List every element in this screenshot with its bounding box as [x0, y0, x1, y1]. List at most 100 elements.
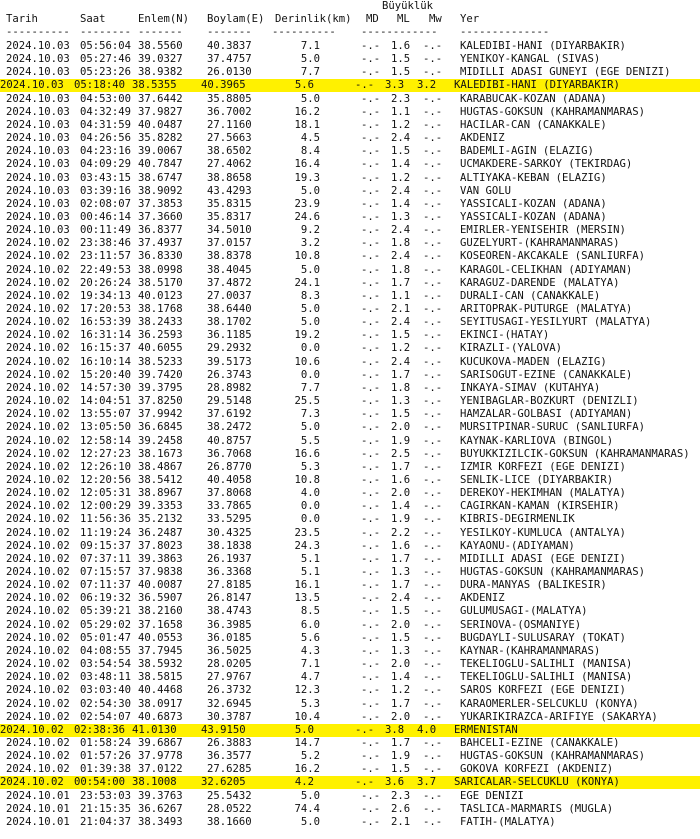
event-ml-magnitude: 1.5 — [391, 605, 411, 618]
event-depth: 9.2 — [300, 224, 320, 237]
event-longitude: 25.5432 — [207, 789, 252, 802]
event-depth: 0.0 — [300, 342, 320, 355]
event-row: 2024.10.03 03:43:15 38.6747 38.8658 19.3 -.- 1… — [6, 172, 700, 185]
separator-latitude: ------- — [138, 26, 183, 38]
event-md-magnitude: -.- — [361, 66, 381, 79]
event-date: 2024.10.02 — [6, 316, 70, 329]
event-row: 2024.10.02 13:55:07 37.9942 37.6192 7.3 -.- 1.… — [6, 408, 700, 421]
event-md-magnitude: -.- — [361, 132, 381, 145]
event-longitude: 34.5010 — [207, 224, 252, 237]
event-time: 23:38:46 — [80, 237, 132, 250]
event-ml-magnitude: 1.4 — [391, 500, 411, 513]
event-md-magnitude: -.- — [361, 381, 381, 394]
event-mw-magnitude: -.- — [423, 750, 443, 763]
event-date: 2024.10.03 — [6, 171, 70, 184]
separator-magnitude: ------------ — [361, 26, 438, 38]
event-mw-magnitude: -.- — [423, 579, 443, 592]
event-md-magnitude: -.- — [361, 145, 381, 158]
event-depth: 16.1 — [294, 579, 320, 592]
event-ml-magnitude: 1.3 — [391, 566, 411, 578]
event-location: IZMIR KORFEZI (EGE DENIZI) — [460, 460, 626, 473]
event-date: 2024.10.03 — [6, 184, 70, 197]
event-md-magnitude: -.- — [361, 631, 381, 644]
event-longitude: 38.6440 — [207, 303, 252, 315]
event-latitude: 38.4867 — [138, 460, 183, 473]
event-md-magnitude: -.- — [355, 723, 375, 736]
event-latitude: 38.9092 — [138, 184, 183, 197]
event-longitude: 38.1660 — [207, 815, 252, 828]
event-time: 04:08:55 — [80, 644, 132, 657]
event-mw-magnitude: -.- — [423, 631, 443, 644]
event-time: 16:15:37 — [80, 342, 132, 355]
event-date: 2024.10.02 — [6, 750, 70, 763]
separator-date: ---------- — [6, 26, 70, 38]
event-time: 16:53:39 — [80, 316, 132, 329]
event-row: 2024.10.02 12:58:14 39.2458 40.8757 5.5 -.- 1.… — [6, 435, 700, 448]
event-row: 2024.10.03 00:46:14 37.3660 35.8317 24.6 -.- 1… — [6, 211, 700, 224]
event-longitude: 38.4045 — [207, 263, 252, 276]
event-ml-magnitude: 2.0 — [391, 421, 411, 434]
event-latitude: 40.6873 — [138, 710, 183, 723]
event-longitude: 36.3577 — [207, 750, 252, 763]
event-latitude: 36.6845 — [138, 421, 183, 434]
event-md-magnitude: -.- — [361, 658, 381, 671]
event-date: 2024.10.02 — [6, 368, 70, 381]
event-time: 02:54:30 — [80, 697, 132, 710]
event-time: 01:57:26 — [80, 750, 132, 763]
event-mw-magnitude: -.- — [423, 381, 443, 394]
event-longitude: 27.0037 — [207, 289, 252, 302]
event-latitude: 37.6442 — [138, 92, 183, 105]
event-depth: 6.0 — [300, 618, 320, 631]
event-depth: 10.6 — [294, 355, 320, 368]
event-ml-magnitude: 1.8 — [391, 263, 411, 276]
event-location: HUGTAS-GOKSUN (KAHRAMANMARAS) — [460, 105, 645, 118]
event-ml-magnitude: 1.4 — [391, 158, 411, 171]
event-location: TEKELIOGLU-SALIHLI (MANISA) — [460, 658, 633, 671]
event-depth: 0.0 — [300, 368, 320, 381]
event-row: 2024.10.03 04:31:59 40.0487 27.1160 18.1 -.- 1… — [6, 119, 700, 132]
event-latitude: 38.0998 — [138, 263, 183, 276]
event-depth: 4.7 — [300, 671, 320, 684]
event-depth: 5.0 — [300, 92, 320, 105]
separator-location: -------------- — [460, 26, 550, 38]
event-latitude: 38.0917 — [138, 697, 183, 710]
event-longitude: 26.8770 — [207, 460, 252, 473]
event-row: 2024.10.03 03:39:16 38.9092 43.4293 5.0 -.- 2.… — [6, 185, 700, 198]
event-mw-magnitude: -.- — [423, 552, 443, 565]
event-md-magnitude: -.- — [361, 513, 381, 526]
event-time: 21:15:35 — [80, 802, 132, 815]
event-row: 2024.10.02 12:05:31 38.8967 37.8068 4.0 -.- 2.… — [6, 487, 700, 500]
event-ml-magnitude: 1.5 — [391, 763, 411, 776]
event-date: 2024.10.02 — [6, 592, 70, 605]
event-md-magnitude: -.- — [361, 618, 381, 631]
event-time: 05:23:26 — [80, 66, 132, 79]
event-location: ARITOPRAK-PUTURGE (MALATYA) — [460, 303, 633, 315]
event-row: 2024.10.02 16:15:37 40.6055 29.2932 0.0 -.- 1.… — [6, 342, 700, 355]
event-ml-magnitude: 1.5 — [391, 329, 411, 342]
event-location: AKDENIZ — [460, 132, 505, 145]
event-latitude: 39.0327 — [138, 53, 183, 66]
event-ml-magnitude: 2.4 — [391, 224, 411, 237]
event-md-magnitude: -.- — [361, 171, 381, 184]
event-date: 2024.10.02 — [6, 684, 70, 697]
event-row: 2024.10.02 12:27:23 38.1673 36.7068 16.6 -.- 2… — [6, 448, 700, 461]
event-row: 2024.10.03 04:53:00 37.6442 35.8805 5.0 -.- 2.… — [6, 93, 700, 106]
event-mw-magnitude: -.- — [423, 289, 443, 302]
event-md-magnitude: -.- — [361, 92, 381, 105]
event-mw-magnitude: -.- — [423, 658, 443, 671]
event-depth: 8.3 — [300, 289, 320, 302]
event-mw-magnitude: -.- — [423, 237, 443, 250]
event-ml-magnitude: 1.1 — [391, 105, 411, 118]
event-ml-magnitude: 1.8 — [391, 381, 411, 394]
event-location: ALTIYAKA-KEBAN (ELAZIG) — [460, 171, 607, 184]
event-depth: 5.5 — [300, 434, 320, 447]
event-latitude: 37.9827 — [138, 105, 183, 118]
event-longitude: 35.8805 — [207, 92, 252, 105]
event-ml-magnitude: 1.8 — [391, 237, 411, 250]
event-ml-magnitude: 1.5 — [391, 408, 411, 421]
event-latitude: 38.1768 — [138, 303, 183, 315]
event-mw-magnitude: -.- — [423, 250, 443, 263]
event-time: 07:11:37 — [80, 579, 132, 592]
event-date: 2024.10.02 — [6, 631, 70, 644]
event-row: 2024.10.02 02:54:07 40.6873 30.3787 10.4 -.- 2… — [6, 711, 700, 724]
